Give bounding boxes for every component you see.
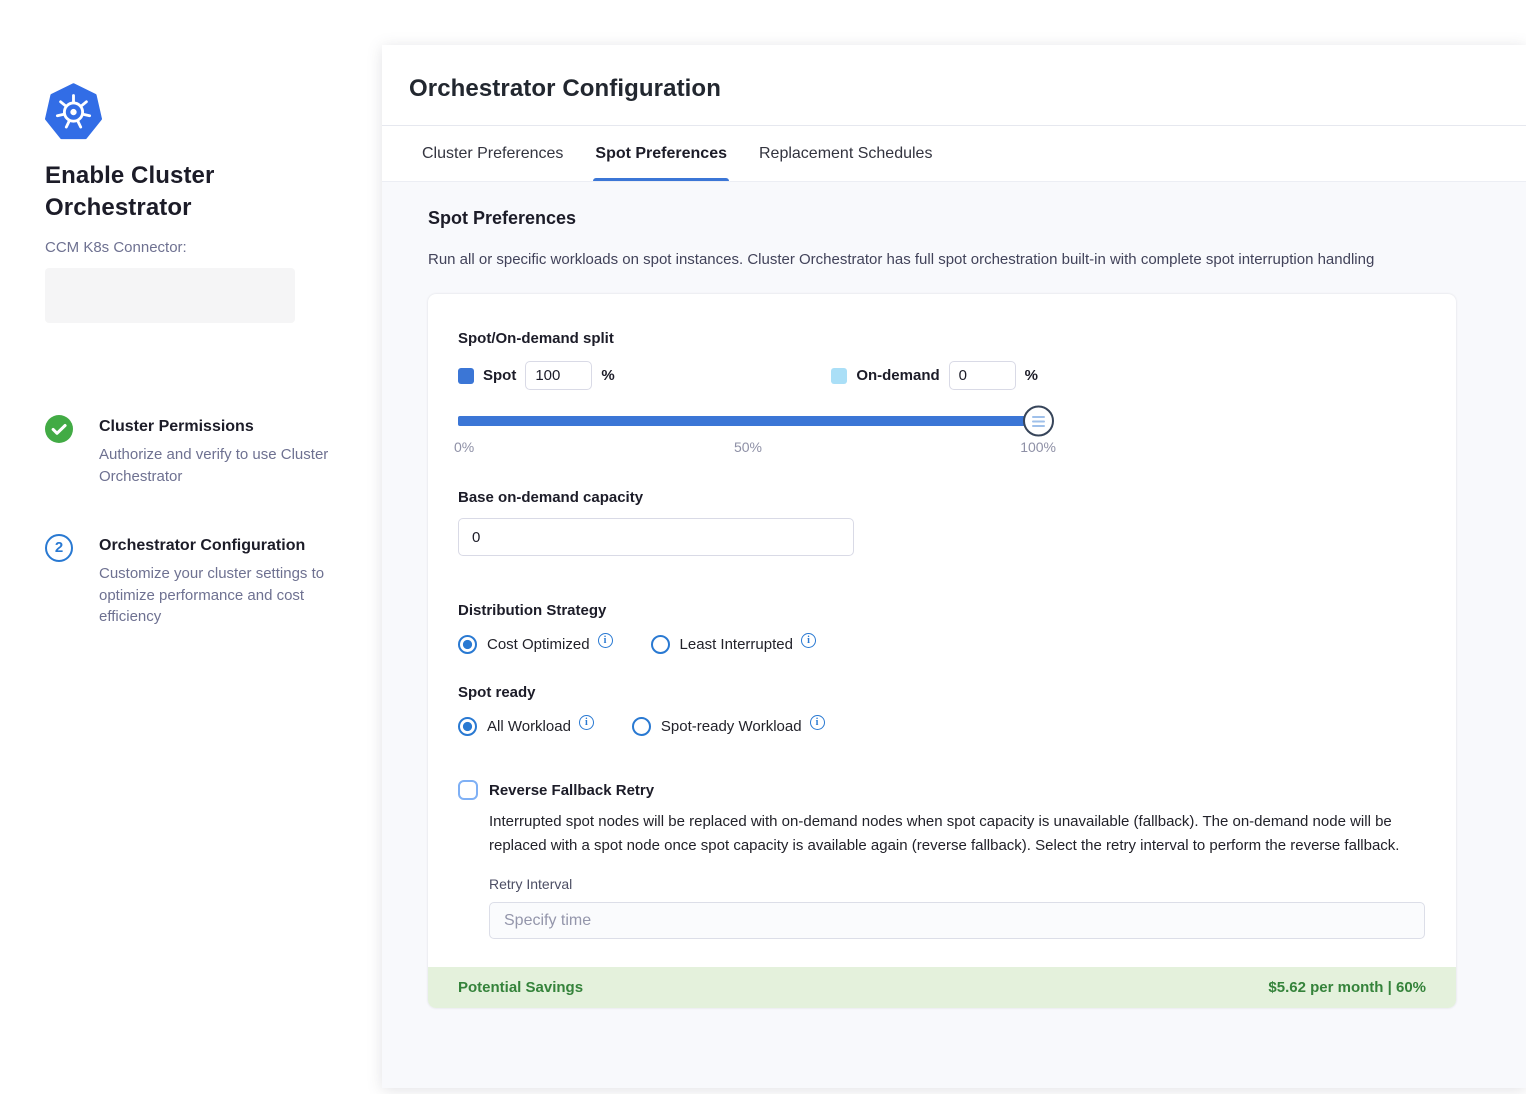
tick-100: 100% xyxy=(1020,439,1056,455)
step-cluster-permissions[interactable]: Cluster Permissions Authorize and verify… xyxy=(45,415,342,488)
radio-unselected-icon[interactable] xyxy=(651,635,670,654)
radio-least-interrupted[interactable]: Least Interrupted xyxy=(651,635,816,654)
spot-split-slider[interactable] xyxy=(458,416,1038,426)
tick-50: 50% xyxy=(734,439,762,455)
radio-all-workload[interactable]: All Workload xyxy=(458,717,594,736)
spot-color-swatch-icon xyxy=(458,368,474,384)
ondemand-percent-group: On-demand % xyxy=(831,361,1038,390)
info-icon[interactable] xyxy=(810,715,825,730)
base-ondemand-capacity: Base on-demand capacity xyxy=(458,489,1426,556)
radio-label: Spot-ready Workload xyxy=(661,718,802,735)
spot-label: Spot xyxy=(483,367,516,384)
radio-cost-optimized[interactable]: Cost Optimized xyxy=(458,635,613,654)
ondemand-label: On-demand xyxy=(856,367,939,384)
distribution-strategy-label: Distribution Strategy xyxy=(458,602,1426,619)
base-capacity-label: Base on-demand capacity xyxy=(458,489,1426,506)
wizard-title: Enable Cluster Orchestrator xyxy=(45,160,280,223)
tab-bar: Cluster Preferences Spot Preferences Rep… xyxy=(382,126,1526,182)
step-description: Authorize and verify to use Cluster Orch… xyxy=(99,444,342,488)
spot-ready-label: Spot ready xyxy=(458,684,1426,701)
section-title: Spot Preferences xyxy=(428,208,1456,229)
tab-label: Spot Preferences xyxy=(595,145,727,163)
radio-spot-ready-workload[interactable]: Spot-ready Workload xyxy=(632,717,825,736)
slider-tick-labels: 0% 50% 100% xyxy=(458,439,1038,457)
tab-content: Spot Preferences Run all or specific wor… xyxy=(382,182,1526,1088)
split-label: Spot/On-demand split xyxy=(458,330,1038,347)
tab-spot-preferences[interactable]: Spot Preferences xyxy=(593,126,729,181)
step-description: Customize your cluster settings to optim… xyxy=(99,563,342,628)
section-description: Run all or specific workloads on spot in… xyxy=(428,251,1456,268)
kubernetes-icon xyxy=(45,83,102,140)
step-label: Cluster Permissions xyxy=(99,415,342,436)
step-done-check-icon xyxy=(45,415,73,443)
radio-label: All Workload xyxy=(487,718,571,735)
percent-sign: % xyxy=(601,367,614,384)
slider-handle[interactable] xyxy=(1023,406,1054,437)
retry-interval-input[interactable] xyxy=(489,902,1425,939)
step-number-icon: 2 xyxy=(45,534,73,562)
percent-sign: % xyxy=(1025,367,1038,384)
connector-name-redacted xyxy=(45,268,295,323)
orchestrator-configuration-panel: Orchestrator Configuration Cluster Prefe… xyxy=(382,45,1526,1088)
radio-label: Cost Optimized xyxy=(487,636,590,653)
active-tab-underline xyxy=(593,178,729,181)
potential-savings-bar: Potential Savings $5.62 per month | 60% xyxy=(428,967,1456,1008)
reverse-fallback-label: Reverse Fallback Retry xyxy=(489,782,654,799)
potential-savings-value: $5.62 per month | 60% xyxy=(1268,979,1426,996)
reverse-fallback-checkbox[interactable] xyxy=(458,780,478,800)
tab-replacement-schedules[interactable]: Replacement Schedules xyxy=(757,126,934,181)
ondemand-color-swatch-icon xyxy=(831,368,847,384)
info-icon[interactable] xyxy=(801,633,816,648)
tab-label: Cluster Preferences xyxy=(422,145,563,163)
info-icon[interactable] xyxy=(579,715,594,730)
radio-selected-icon[interactable] xyxy=(458,635,477,654)
slider-track[interactable] xyxy=(458,416,1038,426)
wizard-sidebar: Enable Cluster Orchestrator CCM K8s Conn… xyxy=(0,0,382,1094)
spot-percent-input[interactable] xyxy=(525,361,592,390)
radio-unselected-icon[interactable] xyxy=(632,717,651,736)
base-capacity-input[interactable] xyxy=(458,518,854,556)
slider-grip-icon xyxy=(1032,420,1045,422)
page-title: Orchestrator Configuration xyxy=(409,75,1496,103)
panel-header: Orchestrator Configuration xyxy=(382,45,1526,126)
radio-selected-icon[interactable] xyxy=(458,717,477,736)
spot-percent-group: Spot % xyxy=(458,361,615,390)
ondemand-percent-input[interactable] xyxy=(949,361,1016,390)
info-icon[interactable] xyxy=(598,633,613,648)
step-orchestrator-configuration[interactable]: 2 Orchestrator Configuration Customize y… xyxy=(45,534,342,628)
radio-label: Least Interrupted xyxy=(680,636,793,653)
reverse-fallback-description: Interrupted spot nodes will be replaced … xyxy=(489,810,1426,858)
tab-cluster-preferences[interactable]: Cluster Preferences xyxy=(420,126,565,181)
retry-interval-label: Retry Interval xyxy=(489,876,1426,892)
spot-ondemand-split: Spot/On-demand split Spot % On-demand % xyxy=(458,330,1038,457)
tab-label: Replacement Schedules xyxy=(759,145,932,163)
tick-0: 0% xyxy=(454,439,474,455)
potential-savings-label: Potential Savings xyxy=(458,979,583,996)
step-label: Orchestrator Configuration xyxy=(99,534,342,555)
spot-ready-group: Spot ready All Workload Spot-ready Workl… xyxy=(458,684,1426,736)
spot-preferences-card: Spot/On-demand split Spot % On-demand % xyxy=(428,294,1456,1008)
wizard-stepper: Cluster Permissions Authorize and verify… xyxy=(45,415,342,628)
connector-label: CCM K8s Connector: xyxy=(45,239,342,256)
reverse-fallback-section: Reverse Fallback Retry Interrupted spot … xyxy=(458,780,1426,939)
slider-fill xyxy=(458,416,1038,426)
distribution-strategy-group: Distribution Strategy Cost Optimized Lea… xyxy=(458,602,1426,654)
